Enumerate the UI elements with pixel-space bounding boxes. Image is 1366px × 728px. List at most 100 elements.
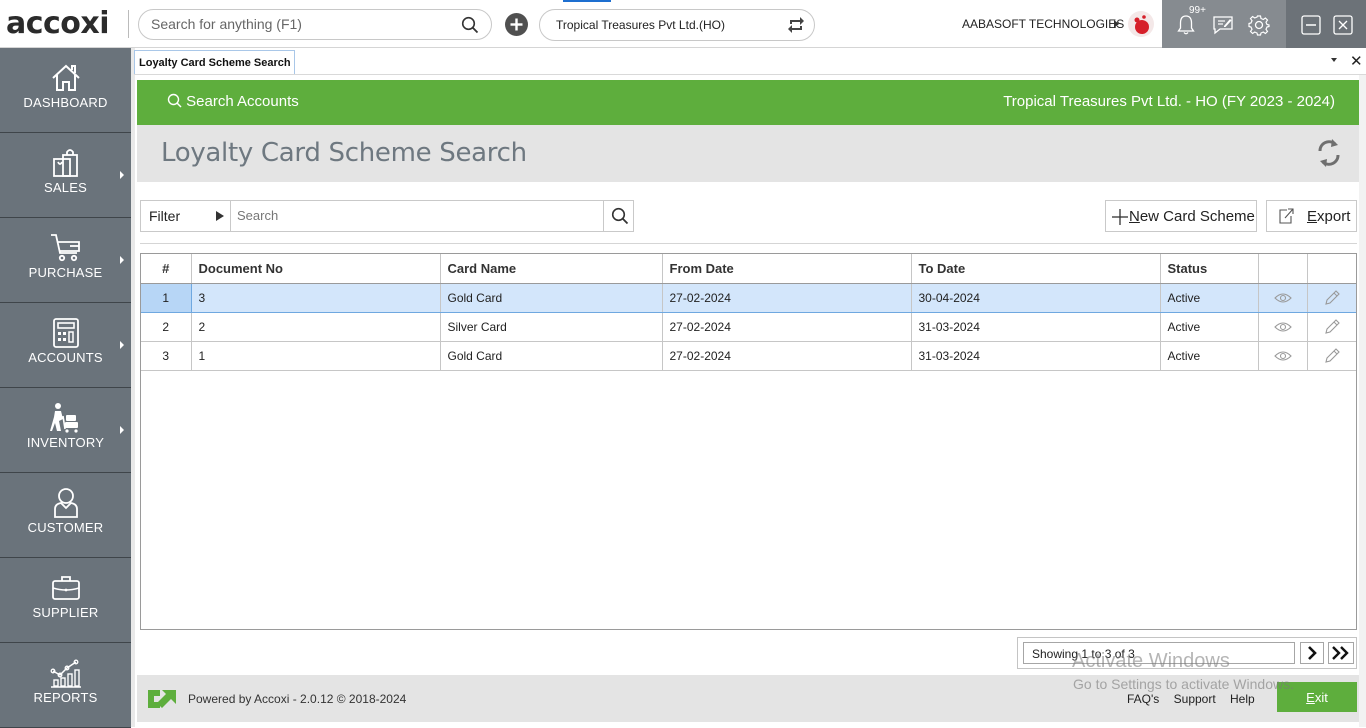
minimize-icon[interactable] <box>1301 15 1321 35</box>
sidebar-item-label: SUPPLIER <box>32 605 99 620</box>
filter-search-box: Filter <box>140 200 634 232</box>
sidebar-item-inventory[interactable]: INVENTORY <box>0 388 131 473</box>
support-link[interactable]: Support <box>1174 692 1216 706</box>
utility-icons-area <box>1162 0 1286 48</box>
global-search-input[interactable] <box>151 16 451 32</box>
search-icon <box>167 93 182 108</box>
sidebar-item-dashboard[interactable]: DASHBOARD <box>0 48 131 133</box>
row-card-name: Gold Card <box>440 283 663 313</box>
sidebar-item-accounts[interactable]: ACCOUNTS <box>0 303 131 388</box>
cart-icon <box>51 234 80 262</box>
refresh-icon[interactable] <box>1315 137 1343 169</box>
top-bar: accoxi Tropical Treasures Pvt Ltd.(HO) A… <box>0 0 1366 48</box>
filter-search-input[interactable] <box>237 208 597 223</box>
column-header-status[interactable]: Status <box>1160 254 1259 284</box>
row-card-name: Silver Card <box>440 312 663 342</box>
close-window-icon[interactable] <box>1333 15 1353 35</box>
notification-bell-icon[interactable] <box>1176 14 1196 36</box>
sidebar-item-label: DASHBOARD <box>23 95 108 110</box>
search-accounts-label: Search Accounts <box>186 93 299 110</box>
sidebar-item-label: REPORTS <box>33 690 98 705</box>
row-index: 2 <box>141 312 192 342</box>
sidebar-item-label: INVENTORY <box>26 435 105 450</box>
column-header-to-date[interactable]: To Date <box>911 254 1161 284</box>
table-header-row: # Document No Card Name From Date To Dat… <box>141 254 1356 284</box>
column-header-card-name[interactable]: Card Name <box>440 254 663 284</box>
powered-by-text: Powered by Accoxi - 2.0.12 © 2018-2024 <box>188 692 407 706</box>
shopping-bag-icon <box>53 149 78 177</box>
row-card-name: Gold Card <box>440 341 663 371</box>
column-header-edit <box>1307 254 1356 284</box>
sidebar: DASHBOARD SALES PURCHASE ACCOUNTS INVENT… <box>0 48 131 728</box>
company-fiscal-year: Tropical Treasures Pvt Ltd. - HO (FY 202… <box>1003 93 1335 110</box>
global-search[interactable] <box>138 9 492 40</box>
export-button[interactable]: Export <box>1266 200 1357 232</box>
row-status: Active <box>1160 283 1259 313</box>
customer-icon <box>54 488 78 518</box>
search-accounts-button[interactable]: Search Accounts <box>167 93 299 110</box>
new-card-scheme-button[interactable]: New Card Scheme <box>1105 200 1257 232</box>
add-new-button[interactable] <box>505 13 528 36</box>
row-from-date: 27-02-2024 <box>662 341 912 371</box>
settings-gear-icon[interactable] <box>1248 14 1270 36</box>
logo-divider <box>128 10 129 38</box>
double-chevron-right-icon <box>1332 646 1349 660</box>
organization-caret-icon[interactable] <box>1114 20 1119 28</box>
row-edit-button[interactable] <box>1307 341 1356 371</box>
row-index: 3 <box>141 341 192 371</box>
switch-company-icon[interactable] <box>786 15 806 35</box>
row-edit-button[interactable] <box>1307 312 1356 342</box>
messages-icon[interactable] <box>1212 15 1234 35</box>
row-to-date: 31-03-2024 <box>911 341 1161 371</box>
help-link[interactable]: Help <box>1230 692 1255 706</box>
briefcase-icon <box>52 576 80 600</box>
close-tab-icon[interactable]: ✕ <box>1350 52 1363 70</box>
column-header-from-date[interactable]: From Date <box>662 254 912 284</box>
row-view-button[interactable] <box>1258 341 1308 371</box>
column-header-index[interactable]: # <box>141 254 192 284</box>
sidebar-item-label: SALES <box>44 180 87 195</box>
sidebar-item-customer[interactable]: CUSTOMER <box>0 473 131 558</box>
filter-search-button[interactable] <box>603 201 634 231</box>
sidebar-item-purchase[interactable]: PURCHASE <box>0 218 131 303</box>
organization-name[interactable]: AABASOFT TECHNOLOGIES <box>962 17 1124 31</box>
export-label: Export <box>1307 208 1351 225</box>
table-row[interactable]: 1 3 Gold Card 27-02-2024 30-04-2024 Acti… <box>141 283 1356 313</box>
company-selector[interactable]: Tropical Treasures Pvt Ltd.(HO) <box>539 9 815 41</box>
filter-expand-icon <box>216 211 224 221</box>
faqs-link[interactable]: FAQ's <box>1127 692 1159 706</box>
column-header-document-no[interactable]: Document No <box>191 254 441 284</box>
tab-loyalty-card-scheme-search[interactable]: Loyalty Card Scheme Search <box>134 50 295 75</box>
tab-list-dropdown-icon[interactable] <box>1331 58 1337 62</box>
submenu-arrow-icon <box>120 171 124 179</box>
next-page-button[interactable] <box>1300 642 1324 664</box>
row-status: Active <box>1160 341 1259 371</box>
row-index: 1 <box>141 283 192 313</box>
plus-icon <box>510 18 523 31</box>
sidebar-item-sales[interactable]: SALES <box>0 133 131 218</box>
sidebar-item-supplier[interactable]: SUPPLIER <box>0 558 131 643</box>
footer-links: FAQ's Support Help <box>1127 692 1266 706</box>
filter-label: Filter <box>149 208 181 224</box>
row-view-button[interactable] <box>1258 312 1308 342</box>
eye-icon <box>1273 322 1292 332</box>
account-header-bar: Search Accounts Tropical Treasures Pvt L… <box>137 80 1359 125</box>
search-icon[interactable] <box>461 16 479 34</box>
plus-icon <box>1112 209 1128 225</box>
company-selector-label: Tropical Treasures Pvt Ltd.(HO) <box>556 18 725 32</box>
last-page-button[interactable] <box>1328 642 1354 664</box>
top-accent-line <box>563 0 611 2</box>
row-edit-button[interactable] <box>1307 283 1356 313</box>
home-icon <box>52 64 80 91</box>
table-row[interactable]: 3 1 Gold Card 27-02-2024 31-03-2024 Acti… <box>141 341 1356 371</box>
row-view-button[interactable] <box>1258 283 1308 313</box>
user-avatar[interactable] <box>1128 11 1154 37</box>
app-logo[interactable]: accoxi <box>6 6 110 41</box>
submenu-arrow-icon <box>120 256 124 264</box>
sidebar-item-reports[interactable]: REPORTS <box>0 643 131 728</box>
table-row[interactable]: 2 2 Silver Card 27-02-2024 31-03-2024 Ac… <box>141 312 1356 342</box>
notification-count-badge: 99+ <box>1189 5 1206 16</box>
toolbar-divider <box>140 243 1357 244</box>
filter-dropdown[interactable]: Filter <box>141 201 231 231</box>
windows-activation-watermark-subtitle: Go to Settings to activate Windows. <box>1073 676 1294 692</box>
